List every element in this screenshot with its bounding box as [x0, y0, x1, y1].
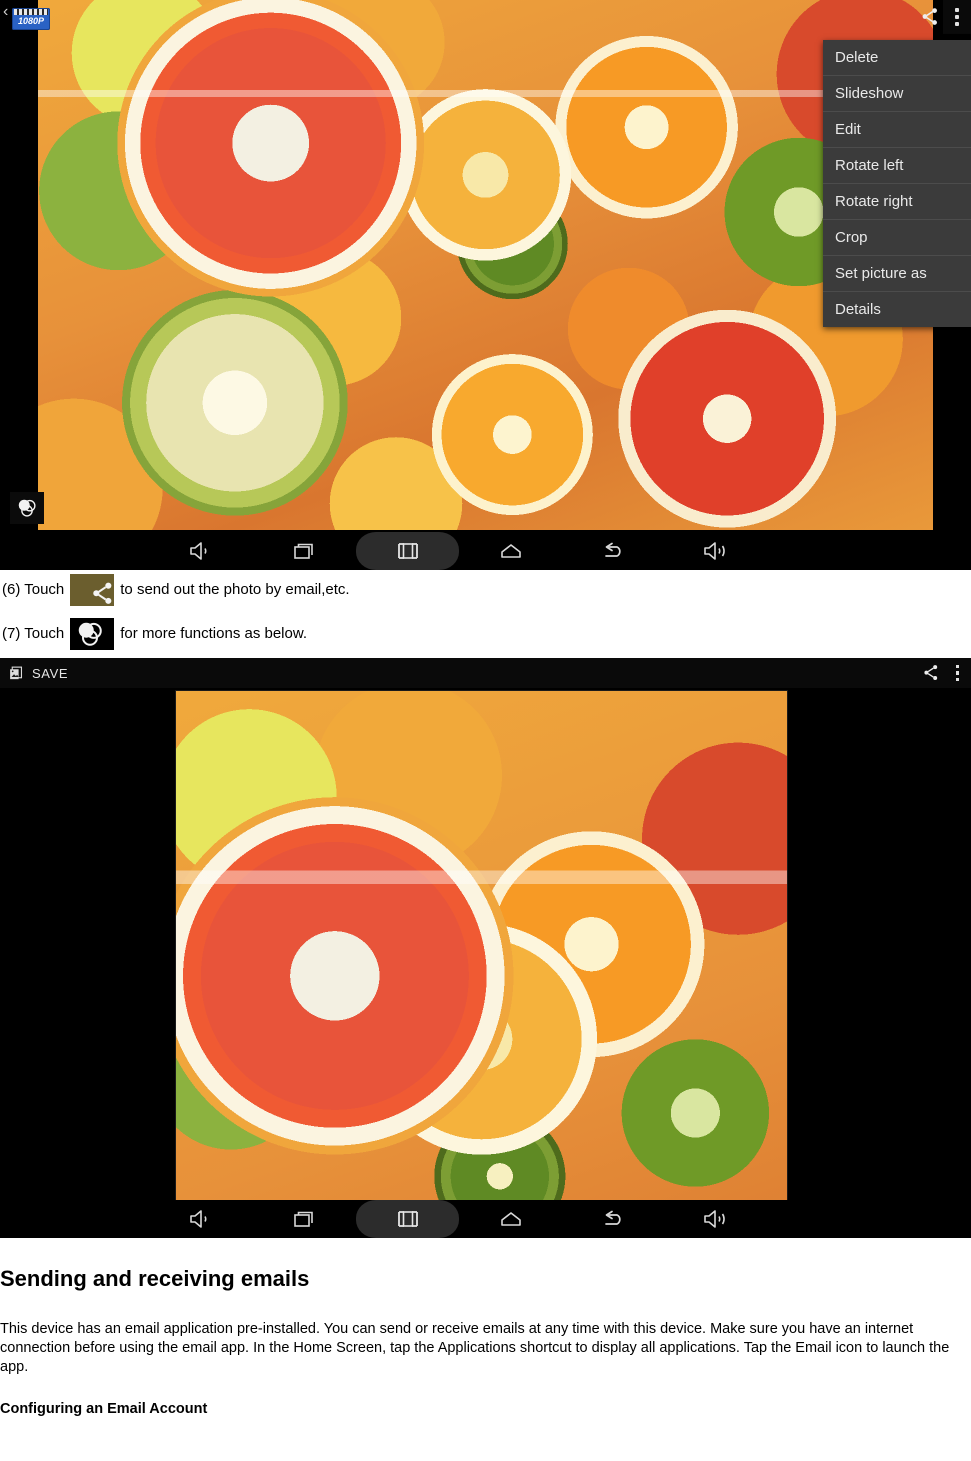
step-7-line: (7) Touch for more functions as below. [0, 610, 971, 658]
menu-item-edit[interactable]: Edit [823, 112, 971, 148]
nav-volume-down-button[interactable] [150, 1200, 253, 1238]
instruction-steps: (6) Touch to send out the photo by email… [0, 570, 971, 658]
gallery-top-bar: ‹ 1080P [0, 0, 971, 34]
nav-back-button[interactable] [562, 532, 665, 570]
save-label: SAVE [32, 665, 69, 681]
overflow-menu-icon[interactable] [943, 0, 971, 34]
nav-home-button[interactable] [459, 1200, 562, 1238]
system-navigation-bar [0, 1200, 971, 1238]
menu-item-set-picture-as[interactable]: Set picture as [823, 256, 971, 292]
citrus-fruit-photo [175, 690, 788, 1238]
step-7-prefix: (7) Touch [2, 625, 65, 642]
nav-screenshot-button[interactable] [356, 1200, 459, 1238]
nav-screenshot-button[interactable] [356, 532, 459, 570]
section-heading: Sending and receiving emails [0, 1266, 310, 1291]
step-7-suffix: for more functions as below. [120, 625, 308, 642]
email-section: Sending and receiving emails This device… [0, 1238, 971, 1419]
film-strip-decoration [14, 9, 48, 15]
context-menu: Delete Slideshow Edit Rotate left Rotate… [823, 40, 971, 327]
step-6-line: (6) Touch to send out the photo by email… [0, 570, 971, 610]
resolution-badge-label: 1080P [17, 16, 45, 26]
nav-back-button[interactable] [562, 1200, 665, 1238]
share-icon[interactable] [920, 663, 942, 683]
step-6-prefix: (6) Touch [2, 581, 65, 598]
nav-volume-up-button[interactable] [665, 532, 768, 570]
resolution-badge: 1080P [12, 8, 50, 30]
chevron-left-icon[interactable]: ‹ [3, 4, 8, 20]
menu-item-details[interactable]: Details [823, 292, 971, 327]
photo-editor-screenshot: SAVE None Punch Vintage [0, 658, 971, 1238]
menu-item-crop[interactable]: Crop [823, 220, 971, 256]
photo-viewer-image[interactable] [38, 0, 933, 530]
nav-recent-apps-button[interactable] [253, 1200, 356, 1238]
menu-item-rotate-left[interactable]: Rotate left [823, 148, 971, 184]
section-paragraph: This device has an email application pre… [0, 1321, 950, 1375]
step-6-suffix: to send out the photo by email,etc. [120, 581, 350, 598]
nav-volume-down-button[interactable] [150, 532, 253, 570]
overflow-menu-icon[interactable] [955, 664, 959, 682]
nav-volume-up-button[interactable] [665, 1200, 768, 1238]
photos-stack-icon [10, 666, 23, 679]
menu-item-slideshow[interactable]: Slideshow [823, 76, 971, 112]
share-icon [70, 574, 115, 606]
photo-editor-canvas[interactable] [175, 690, 788, 1238]
filters-circles-icon[interactable] [10, 492, 44, 524]
menu-item-rotate-right[interactable]: Rotate right [823, 184, 971, 220]
save-button[interactable]: SAVE [8, 665, 68, 682]
share-icon[interactable] [917, 6, 943, 28]
section-subheading: Configuring an Email Account [0, 1401, 208, 1417]
system-navigation-bar [0, 532, 971, 570]
gallery-viewer-screenshot: ‹ 1080P Delete Slideshow Edit Rotate lef… [0, 0, 971, 570]
nav-recent-apps-button[interactable] [253, 532, 356, 570]
nav-home-button[interactable] [459, 532, 562, 570]
filters-circles-icon [70, 618, 115, 650]
editor-top-bar: SAVE [0, 658, 971, 688]
menu-item-delete[interactable]: Delete [823, 40, 971, 76]
citrus-fruit-photo [38, 0, 933, 530]
